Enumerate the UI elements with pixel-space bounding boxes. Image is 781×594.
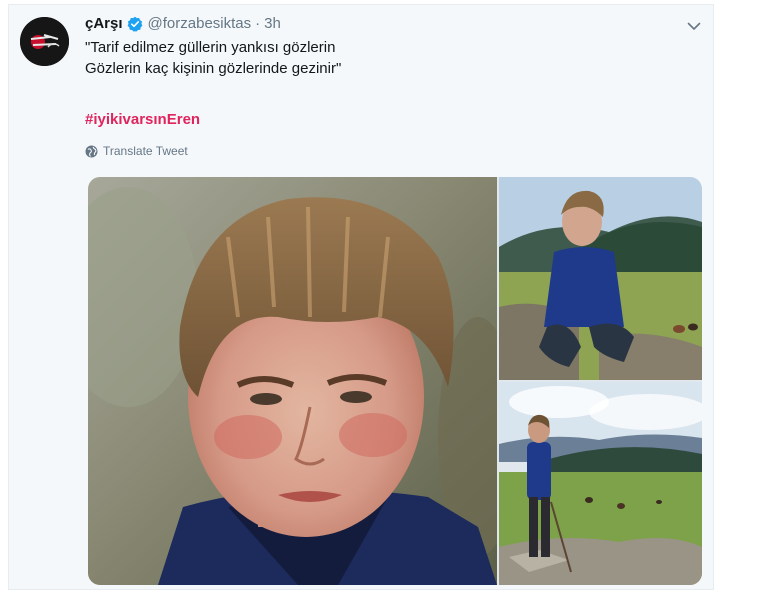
photo-main-portrait[interactable] bbox=[88, 177, 497, 585]
globe-icon bbox=[85, 145, 98, 158]
avatar-logo-icon bbox=[20, 17, 69, 66]
hashtag-link[interactable]: #iyikivarsınEren bbox=[85, 111, 200, 128]
verified-badge-icon bbox=[127, 16, 143, 32]
separator-dot: · bbox=[255, 15, 261, 32]
chevron-down-icon[interactable] bbox=[685, 17, 703, 35]
tweet-text: "Tarif edilmez güllerin yankısı gözlerin… bbox=[85, 37, 341, 79]
tweet-card[interactable]: çArşı @forzabesiktas · 3h "Tarif edilmez… bbox=[8, 4, 714, 590]
avatar[interactable] bbox=[20, 17, 69, 66]
display-name[interactable]: çArşı bbox=[85, 15, 123, 32]
timestamp[interactable]: 3h bbox=[264, 15, 281, 32]
user-handle[interactable]: @forzabesiktas bbox=[148, 15, 252, 32]
tweet-text-line: "Tarif edilmez güllerin yankısı gözlerin bbox=[85, 39, 336, 56]
tweet-text-line: Gözlerin kaç kişinin gözlerinde gezinir" bbox=[85, 60, 342, 77]
photo-kneeling-boy[interactable] bbox=[499, 177, 702, 380]
translate-label: Translate Tweet bbox=[103, 144, 188, 158]
photo-standing-boy[interactable] bbox=[499, 382, 702, 585]
media-grid bbox=[88, 177, 702, 585]
translate-tweet-button[interactable]: Translate Tweet bbox=[85, 144, 188, 158]
tweet-header: çArşı @forzabesiktas · 3h bbox=[85, 15, 281, 32]
